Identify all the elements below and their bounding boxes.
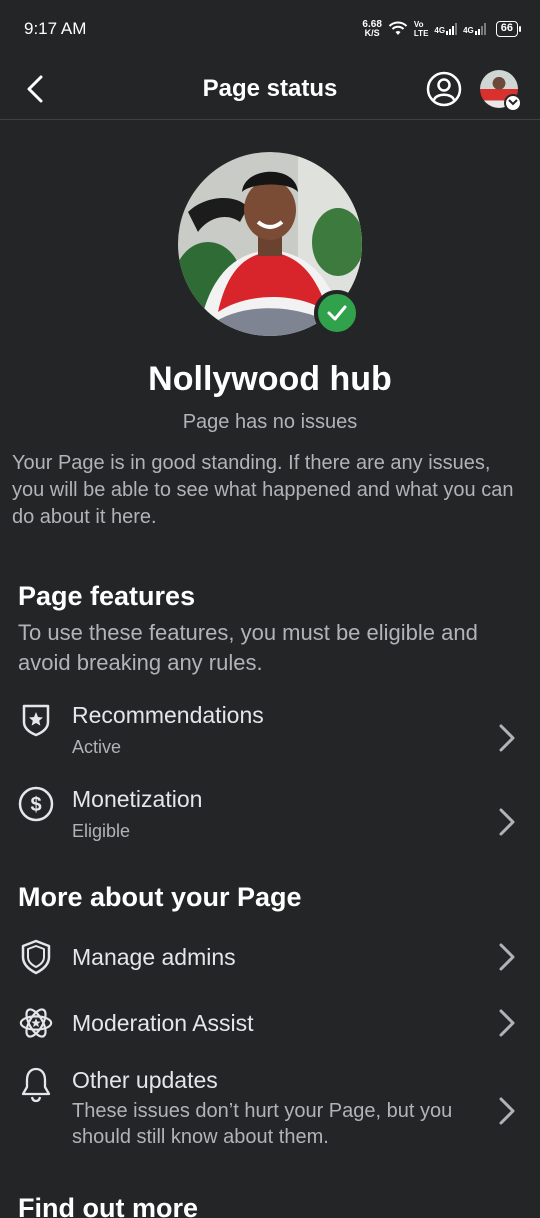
atom-icon <box>19 1008 53 1038</box>
row-label: Moderation Assist <box>72 1009 254 1036</box>
signal-bars-icon <box>474 23 486 35</box>
row-status: Active <box>72 737 122 757</box>
chevron-down-icon <box>504 93 522 112</box>
status-bar: 9:17 AM 6.68 K/S Vo LTE 4G 4G 66 <box>0 0 540 58</box>
row-label: Monetization <box>72 786 203 812</box>
more-about-page-section: More about your Page Manage admins Moder… <box>0 882 540 1155</box>
status-indicators: 6.68 K/S Vo LTE 4G 4G 66 <box>362 19 522 38</box>
page-health-status: Page has no issues <box>182 411 358 433</box>
chevron-right-icon <box>499 1097 515 1125</box>
more-row-moderation-assist[interactable]: Moderation Assist <box>0 1001 540 1045</box>
more-row-other-updates[interactable]: Other updates These issues don’t hurt yo… <box>0 1067 540 1155</box>
account-switcher-avatar[interactable] <box>480 69 522 112</box>
status-time: 9:17 AM <box>24 19 87 38</box>
bell-icon <box>21 1067 51 1103</box>
section-title-more-about: More about your Page <box>18 882 302 912</box>
row-label: Manage admins <box>72 943 236 970</box>
section-title-find-out-more: Find out more <box>18 1193 198 1218</box>
chevron-right-icon <box>499 808 515 836</box>
signal-1: 4G <box>434 23 458 35</box>
row-status: Eligible <box>72 821 131 841</box>
section-description: To use these features, you must be eligi… <box>18 620 478 675</box>
page-name: Nollywood hub <box>148 360 392 398</box>
chevron-right-icon <box>499 943 515 971</box>
profile-section: Nollywood hub Page has no issues <box>0 120 540 434</box>
person-circle-icon[interactable] <box>426 71 462 107</box>
dollar-circle-icon: $ <box>18 786 54 822</box>
header-actions <box>426 69 522 112</box>
chevron-left-icon <box>27 75 43 102</box>
volte-indicator: Vo LTE <box>413 20 429 38</box>
section-title-page-features: Page features <box>18 581 196 611</box>
back-button[interactable] <box>26 74 56 104</box>
row-label: Recommendations <box>72 702 264 728</box>
signal-2: 4G <box>463 23 486 35</box>
chevron-right-icon <box>499 724 515 752</box>
shield-icon <box>21 939 51 975</box>
top-bar: Page status <box>0 58 540 120</box>
row-label: Other updates <box>72 1067 218 1093</box>
more-row-manage-admins[interactable]: Manage admins <box>0 935 540 979</box>
svg-text:$: $ <box>30 794 41 816</box>
battery-indicator: 66 <box>495 21 522 37</box>
star-shield-icon <box>22 704 50 737</box>
page-features-section: Page features To use these features, you… <box>0 581 540 858</box>
profile-picture[interactable] <box>178 152 362 336</box>
feature-row-monetization[interactable]: $ Monetization Eligible <box>0 786 540 858</box>
signal-bars-icon <box>446 23 458 35</box>
feature-row-recommendations[interactable]: Recommendations Active <box>0 702 540 774</box>
network-speed: 6.68 K/S <box>362 19 382 38</box>
row-description: These issues don’t hurt your Page, but y… <box>72 1100 453 1148</box>
status-description: Your Page is in good standing. If there … <box>12 452 514 528</box>
verified-check-icon <box>314 290 360 336</box>
page-status-screen: 9:17 AM 6.68 K/S Vo LTE 4G 4G 66 Page st… <box>0 0 540 1218</box>
wifi-icon <box>388 21 408 35</box>
chevron-right-icon <box>499 1009 515 1037</box>
